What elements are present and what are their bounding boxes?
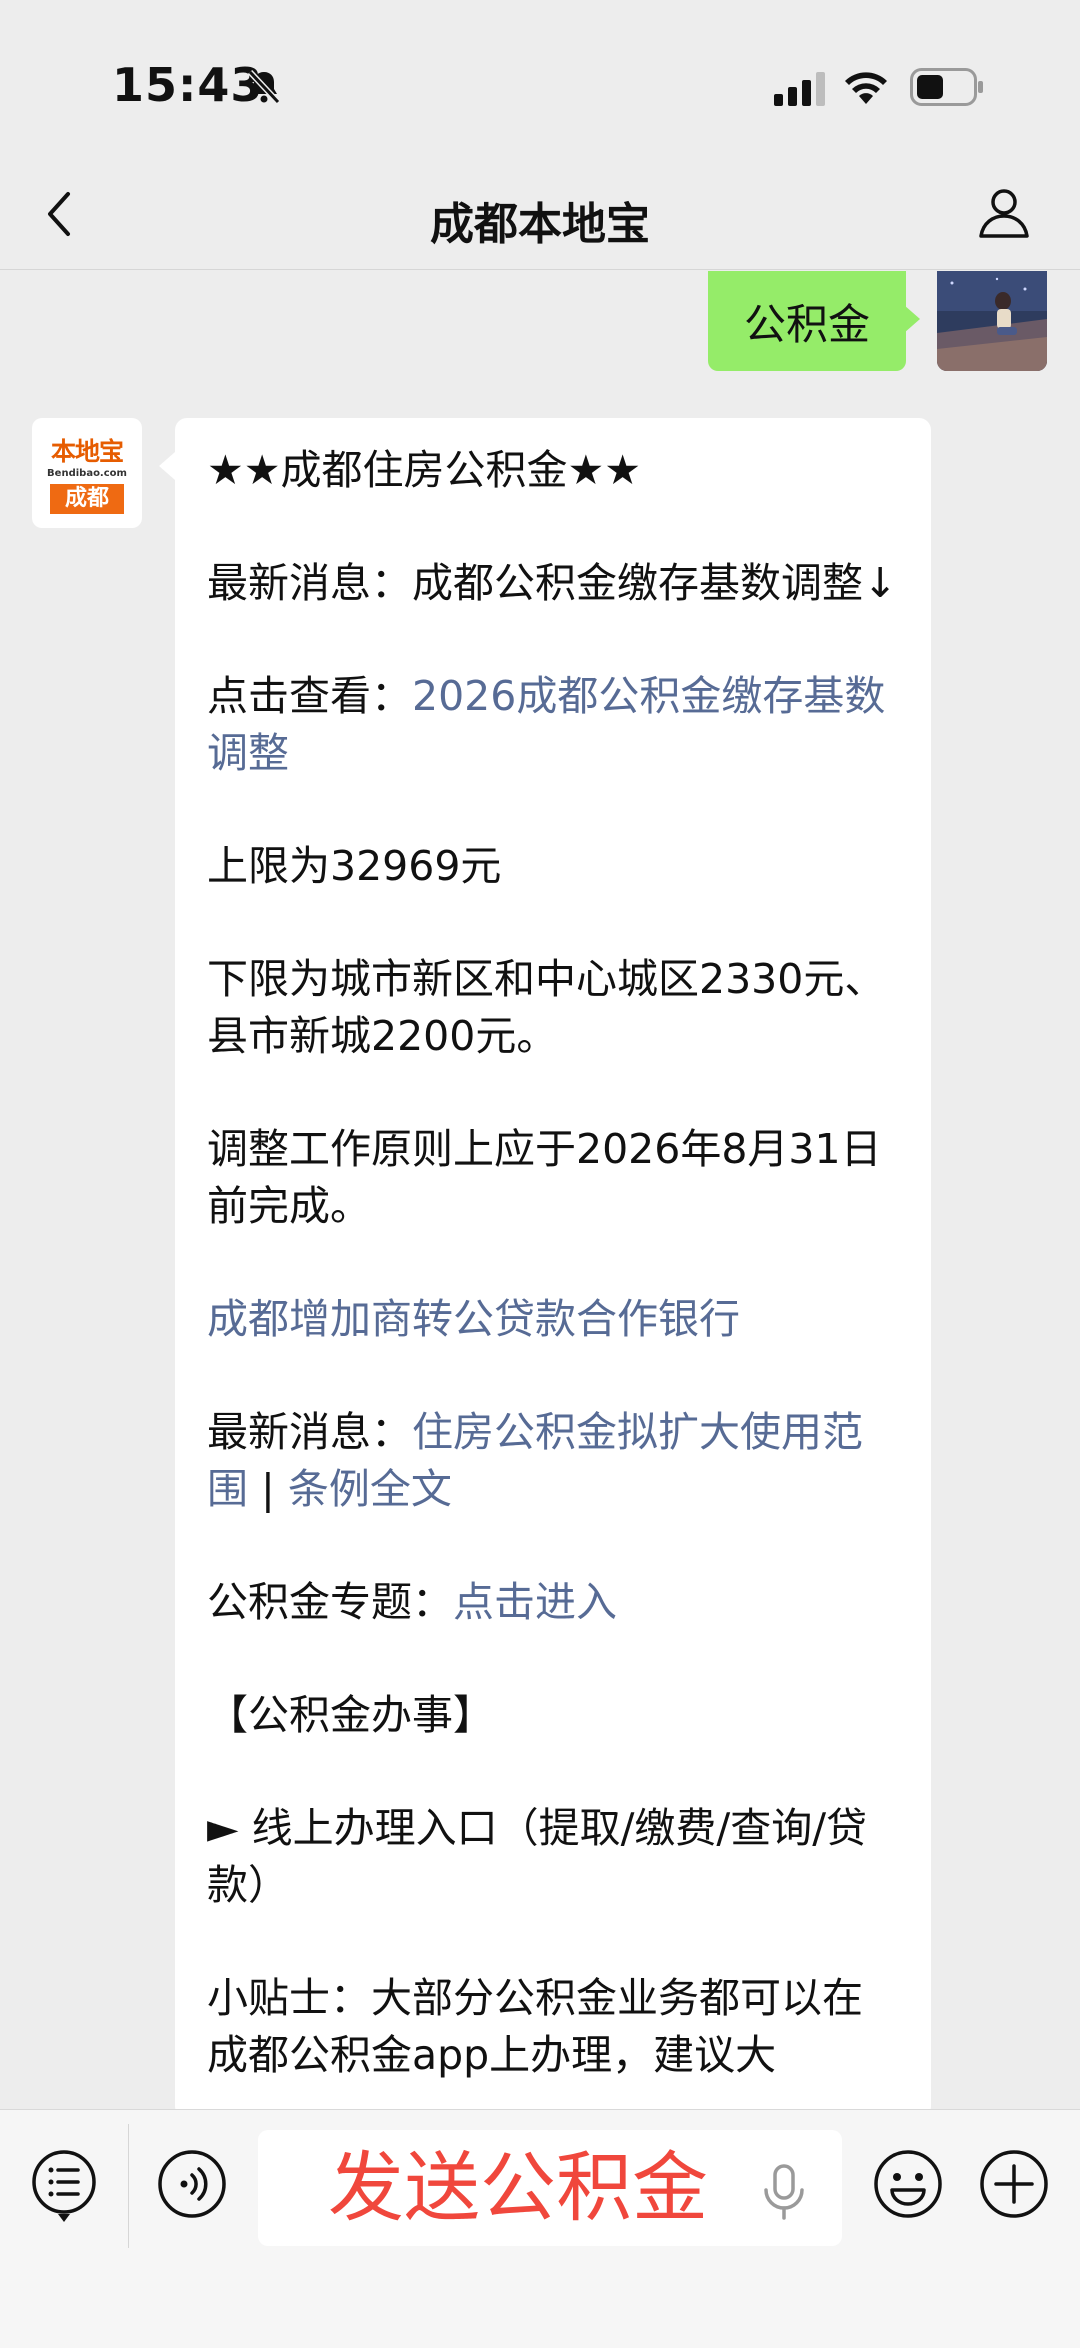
topic-line: 公积金专题：点击进入 [207, 1574, 899, 1631]
news-line-2: 最新消息：住房公积金拟扩大使用范围 | 条例全文 [207, 1404, 899, 1518]
topic-link[interactable]: 点击进入 [453, 1578, 617, 1626]
topic-prefix: 公积金专题： [207, 1578, 453, 1626]
bell-mute-icon [247, 69, 281, 105]
link-separator: | [248, 1465, 288, 1513]
chat-title: 成都本地宝 [430, 199, 650, 250]
logo-city-text: 成都 [50, 484, 124, 514]
logo-url-text: Bendibao.com [47, 468, 127, 479]
bank-link[interactable]: 成都增加商转公贷款合作银行 [207, 1295, 740, 1343]
plus-icon[interactable] [978, 2148, 1050, 2220]
microphone-icon[interactable] [758, 2162, 810, 2222]
cellular-signal-icon [774, 72, 825, 106]
upper-limit-text: 上限为32969元 [207, 842, 502, 890]
bank-line: 成都增加商转公贷款合作银行 [207, 1291, 899, 1348]
sent-message-text: 公积金 [743, 299, 870, 349]
bot-avatar[interactable]: 本地宝 Bendibao.com 成都 [32, 418, 142, 528]
lower-limit-text: 下限为城市新区和中心城区2330元、县市新城2200元。 [207, 955, 886, 1060]
sent-message-bubble[interactable]: 公积金 [707, 271, 921, 371]
reply-message-bubble[interactable]: ★★成都住房公积金★★ 最新消息：成都公积金缴存基数调整↓ 点击查看：2026成… [159, 418, 931, 2109]
voice-input-icon[interactable] [156, 2148, 228, 2220]
message-input-text: 发送公积金 [328, 2143, 708, 2232]
input-divider [128, 2124, 129, 2248]
online-entry-text: ► 线上办理入口（提取/缴费/查询/贷款） [207, 1804, 868, 1909]
menu-list-icon[interactable] [30, 2148, 98, 2224]
status-time: 15:43 [112, 58, 264, 112]
news2-prefix: 最新消息： [207, 1408, 412, 1456]
logo-brand-text: 本地宝 [50, 437, 124, 466]
news-line-1: 最新消息：成都公积金缴存基数调整↓ [207, 559, 898, 607]
message-input[interactable]: 发送公积金 [258, 2130, 842, 2246]
status-bar: 15:43 [0, 0, 1080, 160]
view-line: 点击查看：2026成都公积金缴存基数调整 [207, 668, 899, 782]
reply-headline: ★★成都住房公积金★★ [207, 446, 642, 494]
regulation-link[interactable]: 条例全文 [288, 1465, 452, 1513]
deadline-text: 调整工作原则上应于2026年8月31日前完成。 [207, 1125, 882, 1230]
profile-icon[interactable] [976, 184, 1032, 240]
view-prefix: 点击查看： [207, 672, 412, 720]
my-avatar[interactable] [937, 271, 1047, 371]
tip-text: 小贴士：大部分公积金业务都可以在成都公积金app上办理，建议大 [207, 1974, 863, 2079]
nav-bar: 成都本地宝 [0, 160, 1080, 270]
chat-area[interactable]: 公积金 本地宝 Bendibao.com 成都 ★★成都住房公积金★★ 最新消息… [0, 271, 1080, 2109]
emoji-icon[interactable] [872, 2148, 944, 2220]
wifi-icon [845, 72, 887, 104]
input-bar: 发送公积金 [0, 2109, 1080, 2348]
section-title: 【公积金办事】 [207, 1691, 494, 1739]
battery-icon [910, 68, 983, 106]
